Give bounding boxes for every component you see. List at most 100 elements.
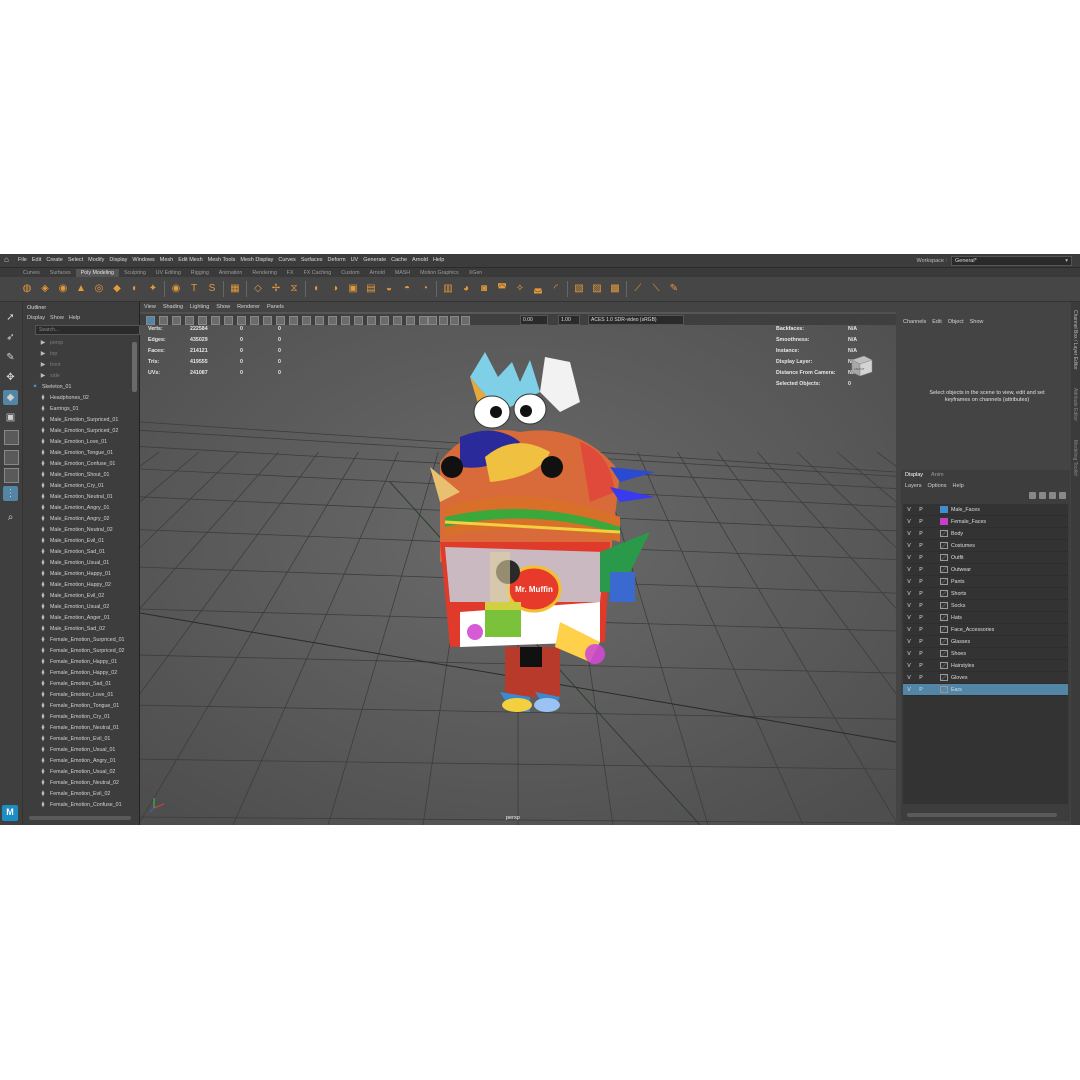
combine-icon[interactable]: ▦	[228, 282, 242, 296]
exposure-icon[interactable]	[461, 316, 470, 325]
outliner-item[interactable]: ⧫ Male_Emotion_Surpriced_02	[27, 425, 131, 436]
reduce-icon[interactable]: ✧	[513, 282, 527, 296]
layer-color-swatch[interactable]	[940, 566, 948, 573]
layer-visibility-toggle[interactable]: V	[903, 687, 915, 693]
cube-icon[interactable]: ◈	[38, 282, 52, 296]
torus-icon[interactable]: ◎	[92, 282, 106, 296]
move-layer-up-icon[interactable]	[1029, 492, 1036, 499]
shelf-tab-fx[interactable]: FX	[282, 269, 299, 277]
exposure-field[interactable]: 0.00	[520, 315, 548, 325]
bridge-icon[interactable]: ⧖	[287, 282, 301, 296]
ambient-occlusion-icon[interactable]	[367, 316, 376, 325]
menu-windows[interactable]: Windows	[132, 257, 154, 263]
shelf-tab-custom[interactable]: Custom	[336, 269, 364, 277]
layer-visibility-toggle[interactable]: V	[903, 663, 915, 669]
outliner-item[interactable]: ⧫ Headphones_02	[27, 392, 131, 403]
outliner-item[interactable]: ⧫ Male_Emotion_Usual_01	[27, 557, 131, 568]
select-camera-icon[interactable]	[146, 316, 155, 325]
menu-help[interactable]: Help	[433, 257, 444, 263]
layer-playback-toggle[interactable]: P	[915, 615, 927, 621]
menu-modify[interactable]: Modify	[88, 257, 104, 263]
layer-menu-options[interactable]: Options	[928, 483, 947, 489]
view-cube[interactable]: FRONT	[848, 352, 874, 378]
paint-select-icon[interactable]: ✎	[3, 350, 18, 365]
new-empty-layer-icon[interactable]	[1049, 492, 1056, 499]
new-layer-from-selection-icon[interactable]	[1059, 492, 1066, 499]
display-layer-row[interactable]: V P Male_Faces	[903, 504, 1068, 516]
outliner-item[interactable]: ⧫ Female_Emotion_Neutral_01	[27, 722, 131, 733]
display-layer-row[interactable]: V P Hairstyles	[903, 660, 1068, 672]
shelf-tab-rigging[interactable]: Rigging	[186, 269, 214, 277]
layer-color-swatch[interactable]	[940, 578, 948, 585]
smooth-icon[interactable]: ◔	[418, 282, 432, 296]
layer-color-swatch[interactable]	[940, 590, 948, 597]
target-weld-icon[interactable]: ✢	[269, 282, 283, 296]
layer-visibility-toggle[interactable]: V	[903, 651, 915, 657]
outliner-item[interactable]: ▶ side	[27, 370, 131, 381]
platonic-icon[interactable]: ✦	[146, 282, 160, 296]
viewport-menu-renderer[interactable]: Renderer	[237, 304, 260, 310]
layer-color-swatch[interactable]	[940, 530, 948, 537]
camera-attributes-icon[interactable]	[159, 316, 168, 325]
rotate-tool-icon[interactable]: ◆	[3, 390, 18, 405]
menu-cache[interactable]: Cache	[391, 257, 407, 263]
menu-display[interactable]: Display	[109, 257, 127, 263]
move-tool-icon[interactable]: ✥	[3, 370, 18, 385]
viewport-panel[interactable]: Mr. Muffin View Shading Lighting Show Re…	[140, 302, 896, 825]
shelf-tab-surfaces[interactable]: Surfaces	[45, 269, 76, 277]
layer-playback-toggle[interactable]: P	[915, 627, 927, 633]
outliner-item[interactable]: ⧫ Female_Emotion_Cry_01	[27, 711, 131, 722]
separate-icon[interactable]: ◙	[477, 282, 491, 296]
side-tab-attribute-editor[interactable]: Attribute Editor	[1072, 388, 1078, 421]
append-icon[interactable]: ▤	[364, 282, 378, 296]
resolution-gate-icon[interactable]	[224, 316, 233, 325]
shelf-tab-uv-editing[interactable]: UV Editing	[151, 269, 186, 277]
outliner-item[interactable]: ⧫ Male_Emotion_Confuse_01	[27, 458, 131, 469]
layer-playback-toggle[interactable]: P	[915, 651, 927, 657]
side-tab-channel-box[interactable]: Channel Box / Layer Editor	[1072, 310, 1078, 370]
display-layer-row[interactable]: V P Costumes	[903, 540, 1068, 552]
outliner-menu-display[interactable]: Display	[27, 315, 45, 321]
outliner-horizontal-scrollbar[interactable]	[29, 816, 131, 820]
wireframe-icon[interactable]	[289, 316, 298, 325]
shelf-tab-motion-graphics[interactable]: Motion Graphics	[415, 269, 464, 277]
layer-visibility-toggle[interactable]: V	[903, 555, 915, 561]
outliner-search-input[interactable]: Search...	[35, 325, 140, 335]
outliner-item[interactable]: ⧫ Male_Emotion_Shout_01	[27, 469, 131, 480]
layer-playback-toggle[interactable]: P	[915, 519, 927, 525]
viewport-menu-shading[interactable]: Shading	[163, 304, 183, 310]
outliner-item[interactable]: ⧫ Female_Emotion_Neutral_02	[27, 777, 131, 788]
layer-editor-scrollbar[interactable]	[907, 813, 1057, 817]
outliner-item[interactable]: ⧫ Male_Emotion_Neutral_01	[27, 491, 131, 502]
quadrangulate-icon[interactable]: ◜	[549, 282, 563, 296]
menu-curves[interactable]: Curves	[278, 257, 295, 263]
layer-visibility-toggle[interactable]: V	[903, 615, 915, 621]
outliner-item[interactable]: ⧫ Male_Emotion_Usual_02	[27, 601, 131, 612]
search-icon[interactable]: ⌕	[3, 510, 18, 525]
home-icon[interactable]: ⌂	[4, 256, 12, 264]
layer-visibility-toggle[interactable]: V	[903, 603, 915, 609]
fill-hole-icon[interactable]: ◒	[382, 282, 396, 296]
textured-icon[interactable]	[328, 316, 337, 325]
layer-color-swatch[interactable]	[940, 662, 948, 669]
layer-color-swatch[interactable]	[940, 518, 948, 525]
super-shape-icon[interactable]: ◉	[169, 282, 183, 296]
workspace-dropdown[interactable]: General*	[951, 256, 1072, 266]
type-icon[interactable]: T	[187, 282, 201, 296]
depth-of-field-icon[interactable]	[406, 316, 415, 325]
layer-playback-toggle[interactable]: P	[915, 687, 927, 693]
planar-uv-icon[interactable]: ▧	[572, 282, 586, 296]
outliner-vertical-scrollbar[interactable]	[132, 342, 137, 392]
outliner-item[interactable]: ▶ top	[27, 348, 131, 359]
menu-deform[interactable]: Deform	[328, 257, 346, 263]
layer-tab-anim[interactable]: Anim	[931, 472, 944, 478]
outliner-item[interactable]: ⧫ Male_Emotion_Sad_02	[27, 623, 131, 634]
bevel-icon[interactable]: ◑	[328, 282, 342, 296]
shelf-tab-arnold[interactable]: Arnold	[365, 269, 390, 277]
layer-playback-toggle[interactable]: P	[915, 531, 927, 537]
xray-joints-icon[interactable]	[439, 316, 448, 325]
gamma-field[interactable]: 1.00	[558, 315, 580, 325]
outliner-item[interactable]: ⧫ Male_Emotion_Sad_01	[27, 546, 131, 557]
menu-mesh[interactable]: Mesh	[160, 257, 173, 263]
outliner-item[interactable]: ⧫ Female_Emotion_Confuse_01	[27, 799, 131, 810]
